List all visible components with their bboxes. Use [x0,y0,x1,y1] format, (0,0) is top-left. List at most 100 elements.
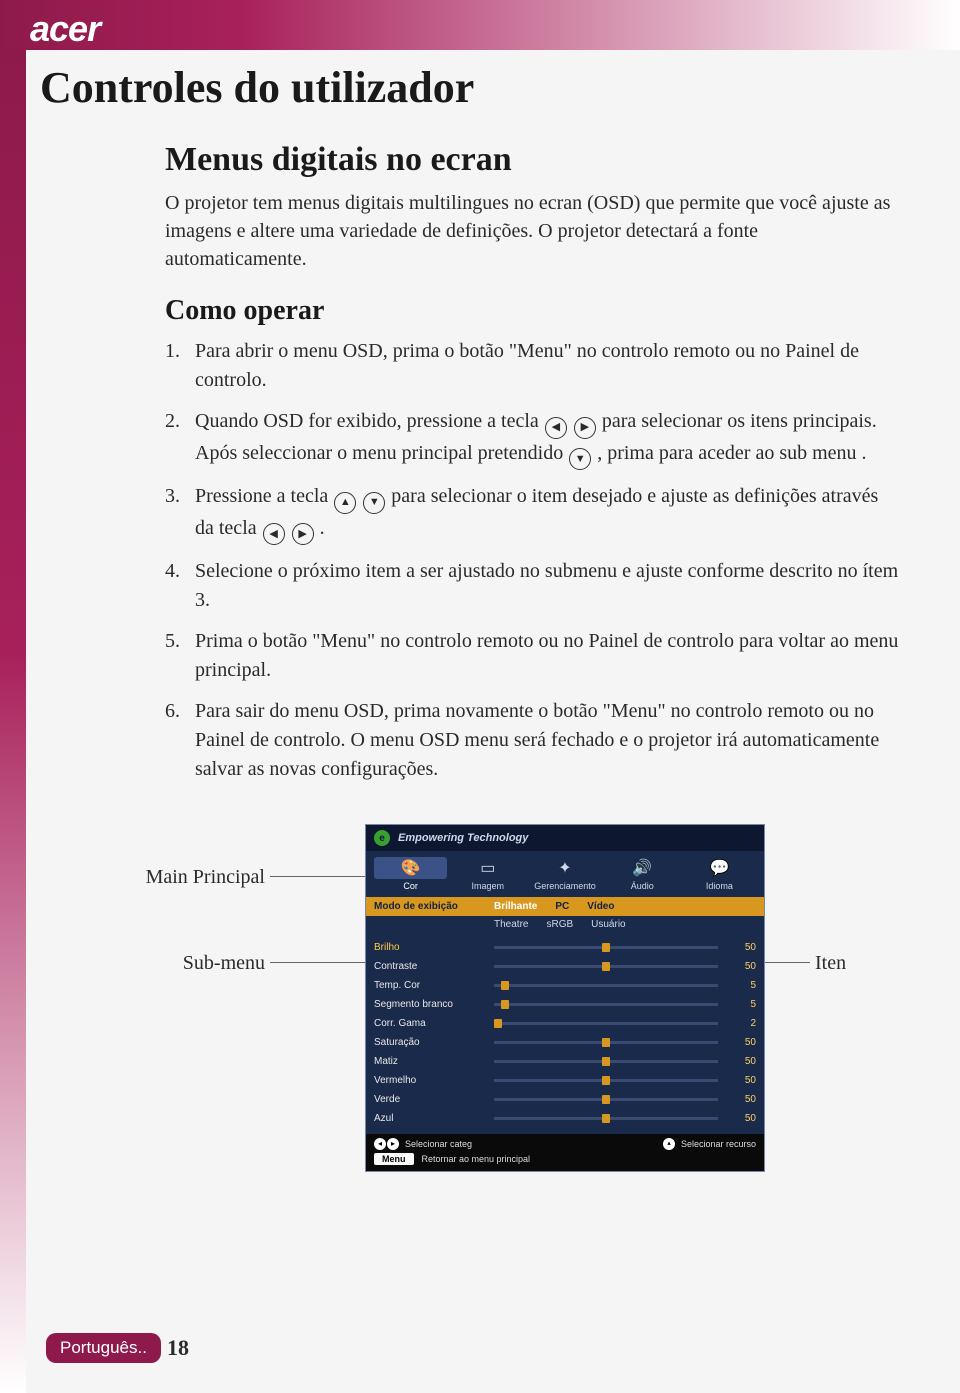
language-icon: 💬 [683,857,756,879]
slider-thumb[interactable] [602,1038,610,1047]
slider-thumb[interactable] [602,962,610,971]
footer-up-down-icons: ▴ [663,1138,675,1150]
slider-thumb[interactable] [602,1095,610,1104]
osd-tab-gerenciamento[interactable]: ✦Gerenciamento [528,857,601,893]
mode-option[interactable]: Theatre [494,919,528,930]
tab-label: Cor [403,881,418,891]
osd-slider-row[interactable]: Matiz50 [374,1052,756,1071]
osd-slider-row[interactable]: Temp. Cor5 [374,976,756,995]
footer-left-right-icons: ◂ ▸ [374,1138,399,1150]
slider-label: Corr. Gama [374,1018,494,1029]
slider-track[interactable] [494,984,718,987]
speaker-icon: 🔊 [606,857,679,879]
gear-icon: ✦ [528,857,601,879]
list-item: 3. Pressione a tecla ▲ ▼ para selecionar… [165,482,900,545]
callout-item-label: Iten [815,952,846,975]
list-item: 2. Quando OSD for exibido, pressione a t… [165,407,900,470]
slider-track[interactable] [494,1117,718,1120]
slider-track[interactable] [494,1041,718,1044]
osd-tab-audio[interactable]: 🔊 Áudio [606,857,679,893]
how-to-list: 1. Para abrir o menu OSD, prima o botão … [165,337,900,784]
text-fragment: , prima para aceder ao sub menu . [597,442,866,464]
osd-tab-row: 🎨 Cor ▭Imagem ✦Gerenciamento 🔊 Áudio 💬 Idio… [366,851,764,897]
slider-track[interactable] [494,1060,718,1063]
osd-tab-cor[interactable]: 🎨 Cor [374,857,447,893]
slider-label: Verde [374,1094,494,1105]
sub-heading: Como operar [165,295,900,327]
callout-main-label: Main Principal [115,866,265,889]
text-fragment: Quando OSD for exibido, pressione a tecl… [195,410,544,432]
slider-thumb[interactable] [602,1114,610,1123]
item-text: Prima o botão "Menu" no controlo remoto … [195,627,900,685]
osd-footer-row1: ◂ ▸ Selecionar categ ▴ Selecionar recurs… [374,1138,756,1150]
osd-header: e Empowering Technology [366,825,764,851]
slider-value: 50 [728,942,756,953]
menu-button-hint: Menu [374,1153,414,1165]
section-heading: Menus digitais no ecran [165,141,900,179]
slider-value: 5 [728,980,756,991]
intro-paragraph: O projetor tem menus digitais multilingu… [165,189,900,273]
osd-display-mode-row: Modo de exibição Brilhante PC Vídeo [366,897,764,916]
osd-slider-row[interactable]: Segmento branco5 [374,995,756,1014]
slider-value: 50 [728,1056,756,1067]
slider-track[interactable] [494,965,718,968]
osd-tab-imagem[interactable]: ▭Imagem [451,857,524,893]
tab-label: Idioma [706,881,733,891]
footer-text: Selecionar recurso [681,1139,756,1149]
osd-diagram: Main Principal Sub-menu Iten e Empowerin… [115,824,900,1164]
slider-track[interactable] [494,1098,718,1101]
slider-thumb[interactable] [602,943,610,952]
arrow-left-icon: ◀ [545,417,567,439]
list-item: 4. Selecione o próximo item a ser ajusta… [165,557,900,615]
osd-slider-row[interactable]: Brilho50 [374,938,756,957]
footer-text: Retornar ao menu principal [422,1154,531,1164]
slider-label: Contraste [374,961,494,972]
slider-value: 50 [728,1113,756,1124]
arrow-left-icon: ◂ [374,1138,386,1150]
callout-submenu-label: Sub-menu [115,952,265,975]
tab-label: Áudio [631,881,654,891]
slider-thumb[interactable] [501,1000,509,1009]
page-footer: Português.. 18 [46,1333,189,1363]
item-text: Para sair do menu OSD, prima novamente o… [195,697,900,784]
text-fragment: Pressione a tecla [195,485,333,507]
arrow-up-icon: ▲ [334,492,356,514]
slider-thumb[interactable] [501,981,509,990]
item-number: 5. [165,627,195,656]
slider-track[interactable] [494,946,718,949]
mode-option[interactable]: sRGB [546,919,573,930]
mode-option[interactable]: Vídeo [587,901,614,912]
osd-slider-row[interactable]: Vermelho50 [374,1071,756,1090]
mode-option[interactable]: Usuário [591,919,625,930]
arrow-down-icon: ▼ [363,492,385,514]
item-number: 6. [165,697,195,726]
osd-slider-row[interactable]: Azul 50 [374,1109,756,1128]
slider-thumb[interactable] [602,1076,610,1085]
slider-label: Azul [374,1113,494,1124]
list-item: 6. Para sair do menu OSD, prima novament… [165,697,900,784]
header-banner [0,0,960,50]
page-title: Controles do utilizador [40,62,900,113]
osd-display-mode-row2: Theatre sRGB Usuário [366,916,764,936]
osd-slider-row[interactable]: Verde50 [374,1090,756,1109]
osd-slider-row[interactable]: Contraste50 [374,957,756,976]
slider-thumb[interactable] [602,1057,610,1066]
osd-tab-idioma[interactable]: 💬 Idioma [683,857,756,893]
osd-slider-row[interactable]: Corr. Gama2 [374,1014,756,1033]
slider-value: 50 [728,1075,756,1086]
osd-slider-list: Brilho50Contraste50Temp. Cor5Segmento br… [366,936,764,1134]
mode-option[interactable]: PC [555,901,569,912]
display-mode-label: Modo de exibição [374,901,494,912]
mode-option[interactable]: Brilhante [494,901,537,912]
slider-track[interactable] [494,1079,718,1082]
osd-footer: ◂ ▸ Selecionar categ ▴ Selecionar recurs… [366,1134,764,1171]
callout-connector [270,876,365,877]
slider-thumb[interactable] [494,1019,502,1028]
slider-track[interactable] [494,1022,718,1025]
palette-icon: 🎨 [374,857,447,879]
slider-value: 5 [728,999,756,1010]
slider-track[interactable] [494,1003,718,1006]
osd-slider-row[interactable]: Saturação50 [374,1033,756,1052]
item-number: 2. [165,407,195,436]
item-number: 3. [165,482,195,511]
